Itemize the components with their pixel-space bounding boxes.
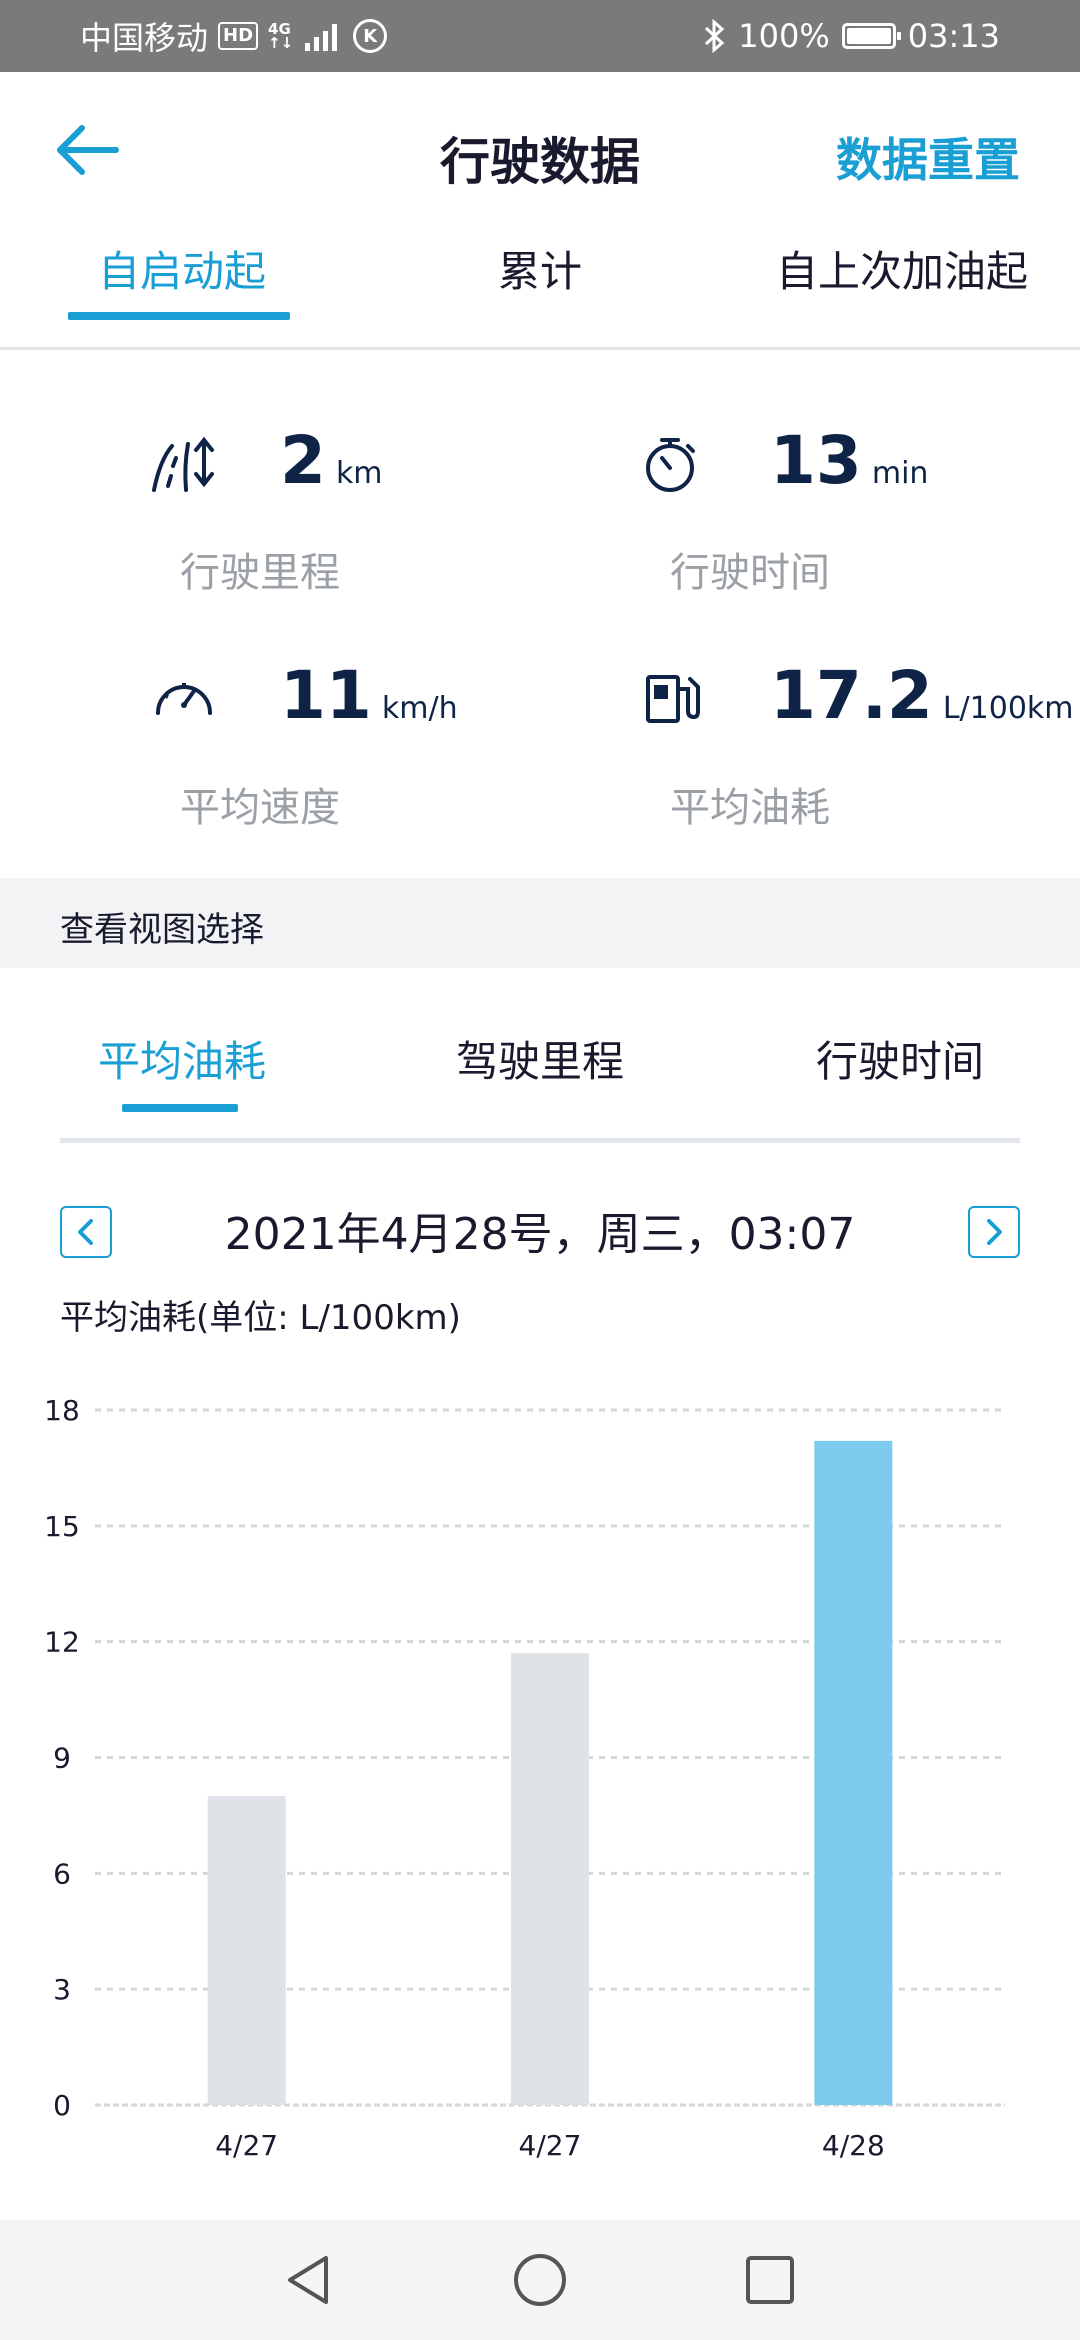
distance-value: 2 km — [280, 422, 383, 499]
avg-fuel-unit: L/100km — [942, 691, 1074, 726]
y-tick-label: 6 — [53, 1857, 71, 1890]
chart-unit-label: 平均油耗(单位: L/100km) — [60, 1298, 461, 1338]
x-tick-label: 4/28 — [822, 2129, 885, 2162]
distance-number: 2 — [280, 422, 326, 499]
avg-speed-label: 平均速度 — [180, 785, 340, 831]
system-nav-bar — [0, 2220, 1080, 2340]
y-tick-label: 12 — [44, 1626, 80, 1659]
clock: 03:13 — [907, 17, 1000, 55]
y-tick-label: 18 — [44, 1394, 80, 1427]
tab-avg-fuel[interactable]: 平均油耗 — [98, 1028, 266, 1089]
status-bar: 中国移动 HD 4G ↑↓ K 100% 03:13 — [0, 0, 1080, 72]
view-select-bar: 查看视图选择 — [0, 878, 1080, 968]
chart-tabs: 平均油耗 驾驶里程 行驶时间 — [0, 968, 1080, 1148]
avg-fuel-value: 17.2 L/100km — [770, 657, 1074, 734]
avg-fuel-number: 17.2 — [770, 657, 933, 734]
period-tabs: 自启动起 累计 自上次加油起 — [0, 232, 1080, 350]
tab-since-start[interactable]: 自启动起 — [98, 238, 266, 299]
tab-cumulative[interactable]: 累计 — [498, 238, 582, 299]
reset-data-button[interactable]: 数据重置 — [836, 124, 1020, 190]
duration-label: 行驶时间 — [670, 550, 830, 596]
status-left: 中国移动 HD 4G ↑↓ K — [80, 0, 388, 72]
x-tick-label: 4/27 — [215, 2129, 278, 2162]
y-tick-label: 15 — [44, 1510, 80, 1543]
trip-stats: 2 km 行驶里程 13 min 行驶时间 11 km/h 平均速度 17.2 … — [0, 350, 1080, 878]
x-tick-label: 4/27 — [519, 2129, 582, 2162]
duration-unit: min — [871, 456, 929, 491]
battery-icon — [841, 23, 901, 49]
distance-label: 行驶里程 — [180, 550, 340, 596]
avg-speed-unit: km/h — [381, 691, 458, 726]
back-triangle-icon[interactable] — [280, 2250, 340, 2310]
avg-fuel-label: 平均油耗 — [670, 785, 830, 831]
chart-tabs-divider — [60, 1138, 1020, 1143]
bluetooth-icon — [705, 19, 725, 53]
battery-percent: 100% — [738, 17, 830, 55]
duration-value: 13 min — [770, 422, 928, 499]
bar[interactable] — [511, 1653, 589, 2105]
y-tick-label: 9 — [53, 1742, 71, 1775]
carrier-name: 中国移动 — [80, 19, 209, 57]
stopwatch-icon — [646, 438, 695, 492]
view-select-label: 查看视图选择 — [60, 910, 264, 950]
chevron-right-icon — [987, 1219, 1002, 1245]
date-label: 2021年4月28号，周三，03:07 — [224, 1209, 856, 1260]
stat-avg-speed: 11 km/h 平均速度 — [150, 657, 650, 845]
y-tick-label: 0 — [53, 2089, 71, 2122]
fuel-pump-icon — [646, 675, 700, 723]
network-indicator: 4G ↑↓ — [268, 22, 294, 52]
tab-driving-distance[interactable]: 驾驶里程 — [456, 1028, 624, 1089]
signal-icon — [305, 24, 338, 51]
network-activity: ↑↓ — [268, 34, 294, 52]
distance-unit: km — [335, 456, 383, 491]
fuel-consumption-chart: 0 3 6 9 12 15 18 4/27 4/27 4/28 — [44, 1394, 1005, 2162]
stat-duration: 13 min 行驶时间 — [640, 422, 1080, 610]
bar[interactable] — [207, 1796, 286, 2105]
home-circle-icon[interactable] — [510, 2250, 570, 2310]
recents-square-icon[interactable] — [740, 2250, 800, 2310]
k-icon: K — [353, 19, 388, 53]
next-date-button[interactable] — [968, 1206, 1020, 1258]
bar[interactable] — [814, 1440, 893, 2105]
status-right: 100% 03:13 — [704, 0, 1000, 72]
active-chart-tab-indicator — [122, 1104, 238, 1112]
active-tab-indicator — [68, 312, 290, 320]
tab-since-refuel[interactable]: 自上次加油起 — [776, 238, 1028, 299]
duration-number: 13 — [770, 422, 862, 499]
stat-avg-fuel: 17.2 L/100km 平均油耗 — [640, 657, 1080, 845]
app-header: 行驶数据 数据重置 — [0, 72, 1080, 232]
y-tick-label: 3 — [53, 1973, 71, 2006]
avg-speed-value: 11 km/h — [280, 657, 458, 734]
avg-speed-number: 11 — [280, 657, 372, 734]
tab-driving-time[interactable]: 行驶时间 — [816, 1028, 984, 1089]
speedometer-icon — [156, 683, 212, 715]
road-icon — [152, 436, 214, 492]
stat-distance: 2 km 行驶里程 — [150, 422, 650, 610]
hd-badge: HD — [218, 22, 259, 50]
